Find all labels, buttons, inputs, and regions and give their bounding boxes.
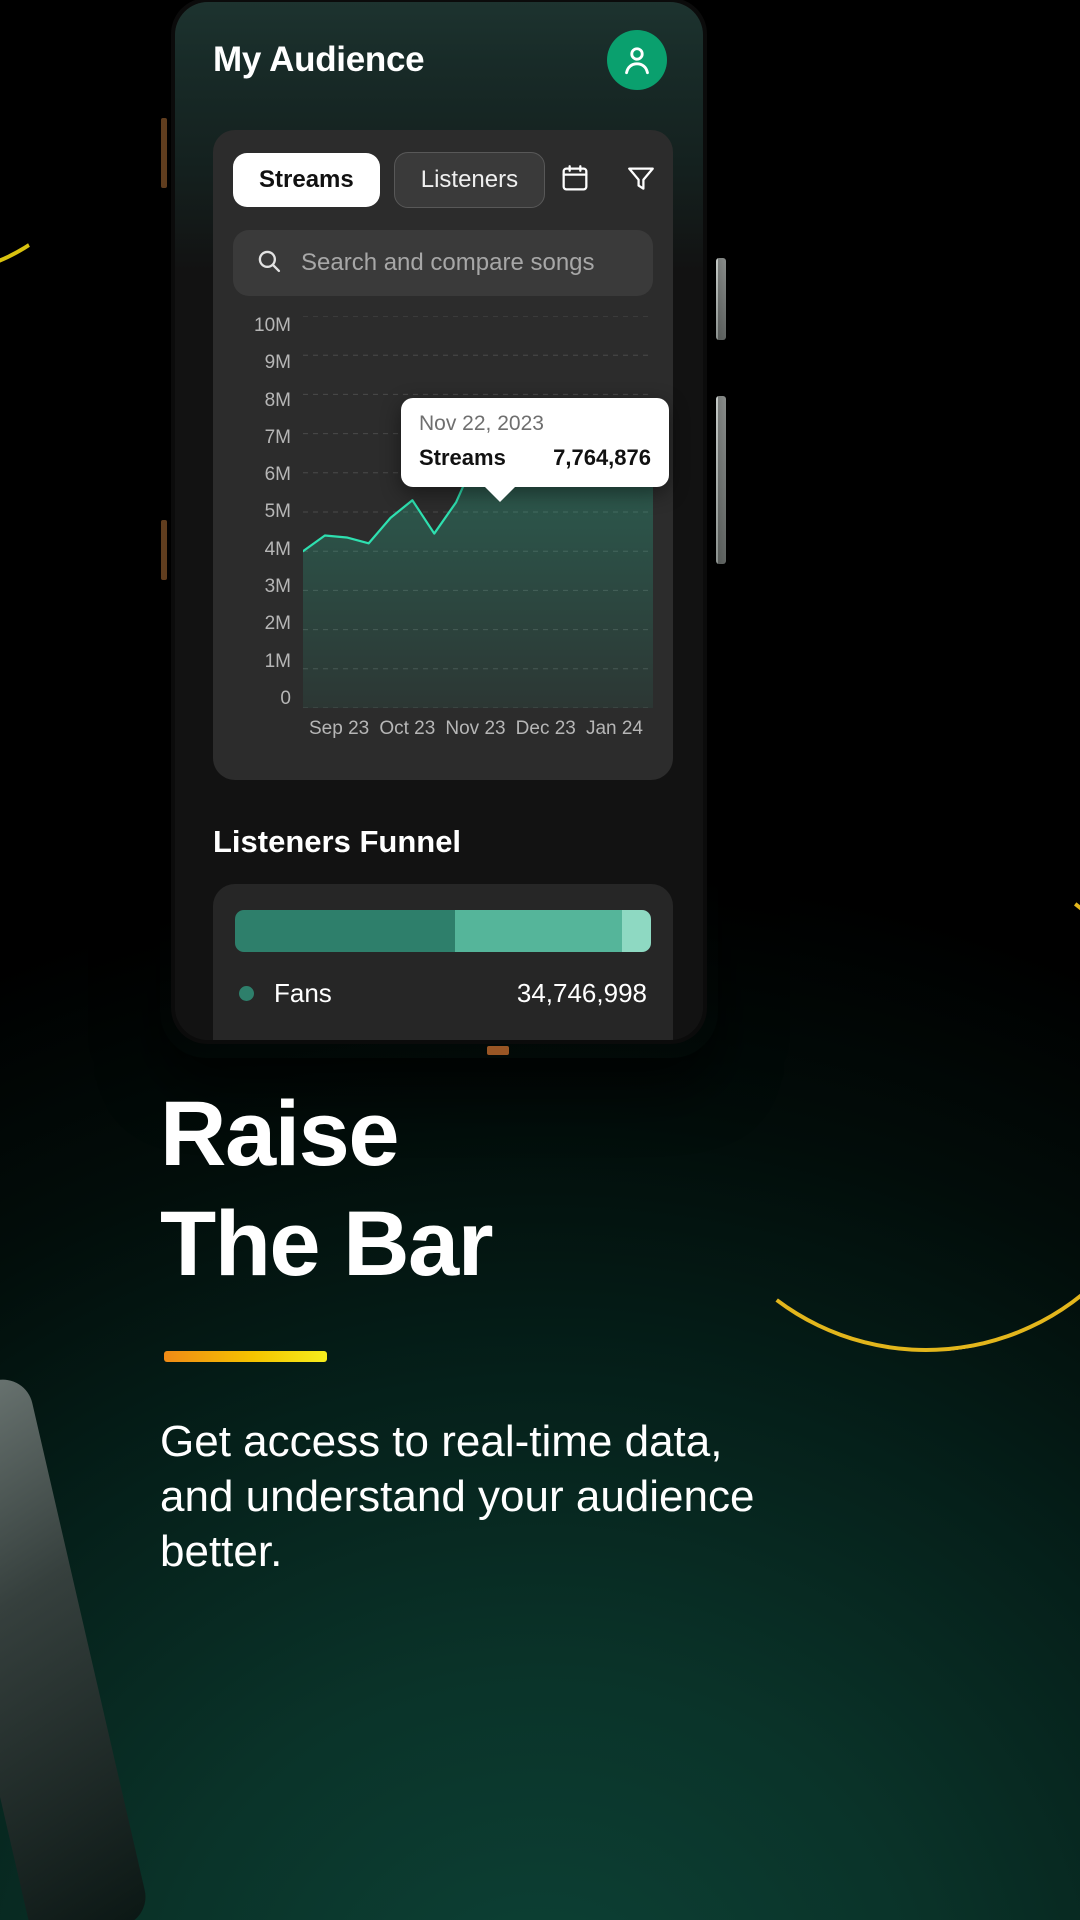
listeners-funnel-card: Fans 34,746,998 Listeners 22,231,593 Sup… <box>213 884 673 1040</box>
funnel-label: Listeners <box>274 1035 380 1040</box>
search-placeholder: Search and compare songs <box>301 249 595 276</box>
chart-tooltip: Nov 22, 2023 Streams 7,764,876 <box>401 398 669 502</box>
analytics-card: Streams Listeners Search and compare son… <box>213 130 673 780</box>
funnel-segment <box>455 910 622 952</box>
funnel-bar <box>235 910 651 952</box>
streams-chart[interactable]: 10M 9M 8M 7M 6M 5M 4M 3M 2M 1M 0 Nov 22,… <box>233 316 669 756</box>
funnel-dot <box>239 986 254 1001</box>
funnel-row-fans[interactable]: Fans 34,746,998 <box>235 952 651 1009</box>
phone-bottom-accent <box>487 1046 509 1055</box>
headline-line-1: Raise <box>160 1083 400 1185</box>
tooltip-arrow <box>483 486 516 502</box>
funnel-value: 22,231,593 <box>517 1035 647 1040</box>
phone-mockup: My Audience Streams Listeners Search and… <box>160 0 718 1058</box>
chart-y-axis: 10M 9M 8M 7M 6M 5M 4M 3M 2M 1M 0 <box>233 316 291 708</box>
x-tick: Nov 23 <box>445 718 506 739</box>
x-tick: Jan 24 <box>585 718 643 739</box>
y-tick: 10M <box>254 315 291 336</box>
search-input[interactable]: Search and compare songs <box>233 230 653 296</box>
phone-bezel: My Audience Streams Listeners Search and… <box>171 0 707 1044</box>
y-tick: 3M <box>264 576 291 598</box>
funnel-segment <box>621 910 651 952</box>
y-tick: 4M <box>264 538 291 560</box>
calendar-icon[interactable] <box>559 162 591 199</box>
accent-rule <box>164 1350 327 1362</box>
y-tick: 5M <box>264 501 291 523</box>
funnel-section-title: Listeners Funnel <box>213 824 462 859</box>
y-tick: 9M <box>264 352 291 374</box>
tab-streams[interactable]: Streams <box>233 153 380 207</box>
funnel-label: Fans <box>274 978 332 1008</box>
y-tick: 8M <box>264 389 291 411</box>
tab-listeners[interactable]: Listeners <box>393 152 546 208</box>
user-avatar-icon[interactable] <box>607 30 667 90</box>
x-tick: Sep 23 <box>309 718 370 739</box>
marketing-copy: Raise The Bar Get access to real-time da… <box>160 1072 1000 1579</box>
page-title: My Audience <box>213 40 425 79</box>
tooltip-metric-value: 7,764,876 <box>553 445 651 470</box>
tooltip-metric-row: Streams 7,764,876 <box>419 445 651 471</box>
y-tick: 1M <box>264 650 291 672</box>
funnel-value: 34,746,998 <box>516 978 647 1008</box>
chart-x-axis: Sep 23 Oct 23 Nov 23 Dec 23 Jan 24 <box>303 718 653 740</box>
subcopy: Get access to real-time data, and unders… <box>160 1416 755 1576</box>
chart-plot-area <box>303 316 653 708</box>
funnel-row-listeners[interactable]: Listeners 22,231,593 <box>235 1009 651 1040</box>
headline-line-2: The Bar <box>160 1193 494 1296</box>
funnel-segment <box>235 910 456 952</box>
x-tick: Oct 23 <box>379 718 436 739</box>
tooltip-date: Nov 22, 2023 <box>419 412 544 435</box>
app-header: My Audience <box>175 8 703 90</box>
phone-screen: My Audience Streams Listeners Search and… <box>175 2 703 1040</box>
tab-actions <box>559 162 665 199</box>
y-tick: 6M <box>264 464 291 486</box>
app-screen: My Audience Streams Listeners Search and… <box>175 2 703 1040</box>
y-tick: 2M <box>264 613 291 635</box>
search-icon <box>255 247 283 280</box>
metric-tabs: Streams Listeners <box>233 152 654 208</box>
tooltip-metric-label: Streams <box>419 445 506 470</box>
y-tick: 7M <box>264 426 291 448</box>
headline: Raise The Bar <box>160 1072 1000 1296</box>
y-tick: 0 <box>280 687 291 709</box>
x-tick: Dec 23 <box>515 718 576 739</box>
chart-marker-layer <box>484 455 515 486</box>
filter-icon[interactable] <box>625 162 657 199</box>
